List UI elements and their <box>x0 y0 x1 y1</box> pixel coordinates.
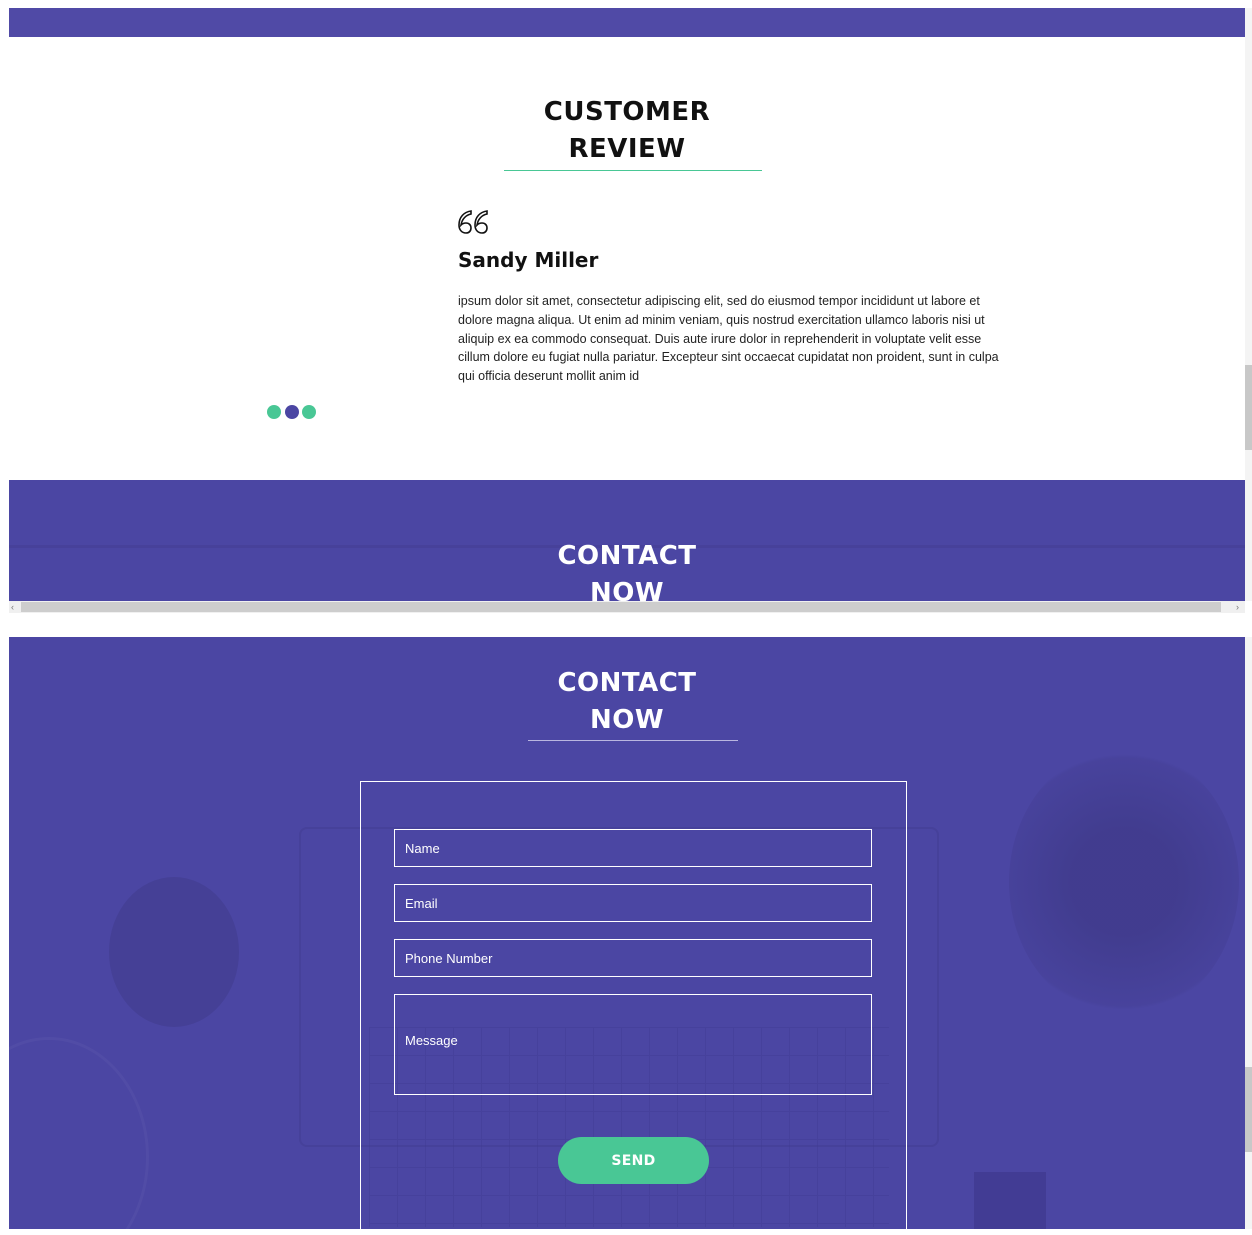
scroll-left-icon[interactable]: ‹ <box>11 601 14 613</box>
review-text: ipsum dolor sit amet, consectetur adipis… <box>458 294 999 384</box>
vertical-scroll-thumb-2[interactable] <box>1245 1067 1252 1152</box>
horizontal-scroll-thumb[interactable] <box>21 602 1221 612</box>
background-box <box>974 1172 1046 1229</box>
review-viewport: CUSTOMER REVIEW Sandy Miller ipsum dolor… <box>9 8 1245 601</box>
vertical-scroll-thumb[interactable] <box>1245 365 1252 450</box>
contact-viewport: CONTACT NOW SEND <box>9 637 1245 1229</box>
scroll-right-icon[interactable]: › <box>1236 601 1239 613</box>
background-plant <box>1009 747 1239 1017</box>
reviewer-name: Sandy Miller <box>458 248 599 272</box>
phone-number-field[interactable] <box>394 939 872 977</box>
vertical-scrollbar-2[interactable] <box>1245 637 1252 1229</box>
carousel-dot-3[interactable] <box>302 405 316 419</box>
horizontal-scrollbar[interactable]: ‹ › <box>9 601 1245 613</box>
contact-section-title: CONTACT NOW <box>9 665 1245 739</box>
contact-title-line-1: CONTACT <box>557 668 697 698</box>
contact-title-line-2: NOW <box>589 578 665 601</box>
review-section-title: CUSTOMER REVIEW <box>9 94 1245 168</box>
background-headphones <box>9 1037 149 1229</box>
send-button[interactable]: SEND <box>558 1137 709 1184</box>
email-field[interactable] <box>394 884 872 922</box>
carousel-dot-2-active[interactable] <box>285 405 299 419</box>
contact-section-title-preview: CONTACT NOW <box>9 538 1245 601</box>
contact-title-line-2: NOW <box>589 705 665 735</box>
review-title-line-2: REVIEW <box>568 134 686 164</box>
top-header-bar <box>9 8 1245 37</box>
background-cup <box>109 877 239 1027</box>
quote-icon <box>458 210 488 234</box>
name-field[interactable] <box>394 829 872 867</box>
carousel-dot-1[interactable] <box>267 405 281 419</box>
vertical-scrollbar[interactable] <box>1245 8 1252 601</box>
contact-title-underline <box>528 740 738 741</box>
review-title-line-1: CUSTOMER <box>543 97 711 127</box>
contact-title-line-1: CONTACT <box>557 541 697 571</box>
message-field[interactable] <box>394 994 872 1095</box>
carousel-dots <box>267 405 327 421</box>
review-title-underline <box>504 170 762 171</box>
